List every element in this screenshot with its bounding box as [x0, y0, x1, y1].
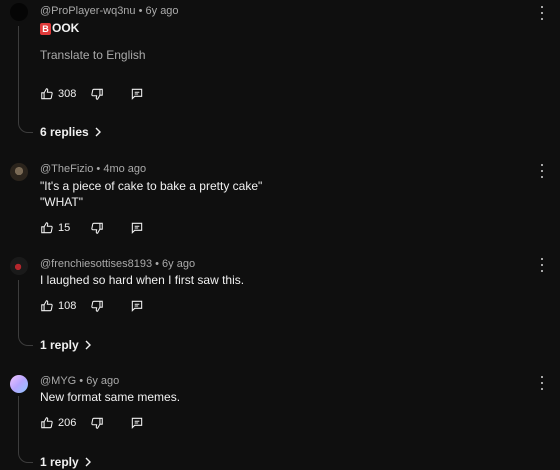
comment-actions: 15	[40, 220, 144, 236]
comment-reply-icon[interactable]	[130, 221, 144, 235]
thread-line	[18, 396, 33, 463]
thread-line	[18, 26, 33, 133]
comment-reply-icon[interactable]	[130, 299, 144, 313]
comment-reply-icon[interactable]	[130, 416, 144, 430]
author-handle[interactable]: @frenchiesottises8193	[40, 258, 152, 270]
thumb-down-icon[interactable]	[90, 221, 104, 235]
letter-b-badge: B	[40, 22, 51, 35]
comment-reply-icon[interactable]	[130, 87, 144, 101]
author-handle[interactable]: @ProPlayer-wq3nu	[40, 5, 136, 17]
like-count: 308	[58, 88, 77, 100]
comment-time: • 6y ago	[79, 375, 120, 387]
comment-meta: @ProPlayer-wq3nu • 6y ago	[40, 5, 179, 17]
comment-meta: @MYG • 6y ago	[40, 375, 119, 387]
comment-time: • 6y ago	[138, 5, 179, 17]
author-handle[interactable]: @MYG	[40, 375, 76, 387]
comment-meta: @frenchiesottises8193 • 6y ago	[40, 258, 195, 270]
comment-text-line-1: "It's a piece of cake to bake a pretty c…	[40, 179, 263, 193]
translate-link[interactable]: Translate to English	[40, 48, 146, 62]
view-replies-button[interactable]: 1 reply	[40, 455, 92, 469]
thumb-up-icon[interactable]	[40, 416, 54, 430]
thumb-down-icon[interactable]	[90, 416, 104, 430]
comment-time: • 4mo ago	[96, 163, 147, 175]
comment-text: I laughed so hard when I first saw this.	[40, 273, 245, 287]
comment-text: New format same memes.	[40, 390, 181, 404]
thumb-up-icon[interactable]	[40, 221, 54, 235]
chevron-right-icon	[95, 127, 101, 137]
avatar[interactable]	[10, 3, 28, 21]
more-options-button[interactable]	[536, 164, 548, 178]
comment-text-rest: OOK	[52, 21, 80, 35]
like-count: 108	[58, 300, 77, 312]
thread-line	[18, 280, 33, 346]
comment-actions: 308	[40, 86, 144, 102]
more-options-button[interactable]	[536, 6, 548, 20]
chevron-right-icon	[85, 340, 91, 350]
comment-time: • 6y ago	[155, 258, 196, 270]
avatar[interactable]	[10, 375, 28, 393]
comment-meta: @TheFizio • 4mo ago	[40, 163, 146, 175]
replies-label: 1 reply	[40, 455, 79, 469]
more-options-button[interactable]	[536, 258, 548, 272]
like-count: 206	[58, 417, 77, 429]
thumb-down-icon[interactable]	[90, 87, 104, 101]
comment-actions: 108	[40, 298, 144, 314]
replies-label: 1 reply	[40, 338, 79, 352]
like-count: 15	[58, 222, 71, 234]
comment-text-line-2: "WHAT"	[40, 195, 83, 209]
thumb-up-icon[interactable]	[40, 87, 54, 101]
avatar[interactable]	[10, 163, 28, 181]
more-options-button[interactable]	[536, 376, 548, 390]
thumb-up-icon[interactable]	[40, 299, 54, 313]
author-handle[interactable]: @TheFizio	[40, 163, 93, 175]
avatar[interactable]	[10, 257, 28, 275]
chevron-right-icon	[85, 457, 91, 467]
view-replies-button[interactable]: 6 replies	[40, 125, 102, 139]
comment-actions: 206	[40, 415, 144, 431]
thumb-down-icon[interactable]	[90, 299, 104, 313]
view-replies-button[interactable]: 1 reply	[40, 338, 92, 352]
comment-text: B OOK	[40, 20, 79, 36]
replies-label: 6 replies	[40, 125, 89, 139]
